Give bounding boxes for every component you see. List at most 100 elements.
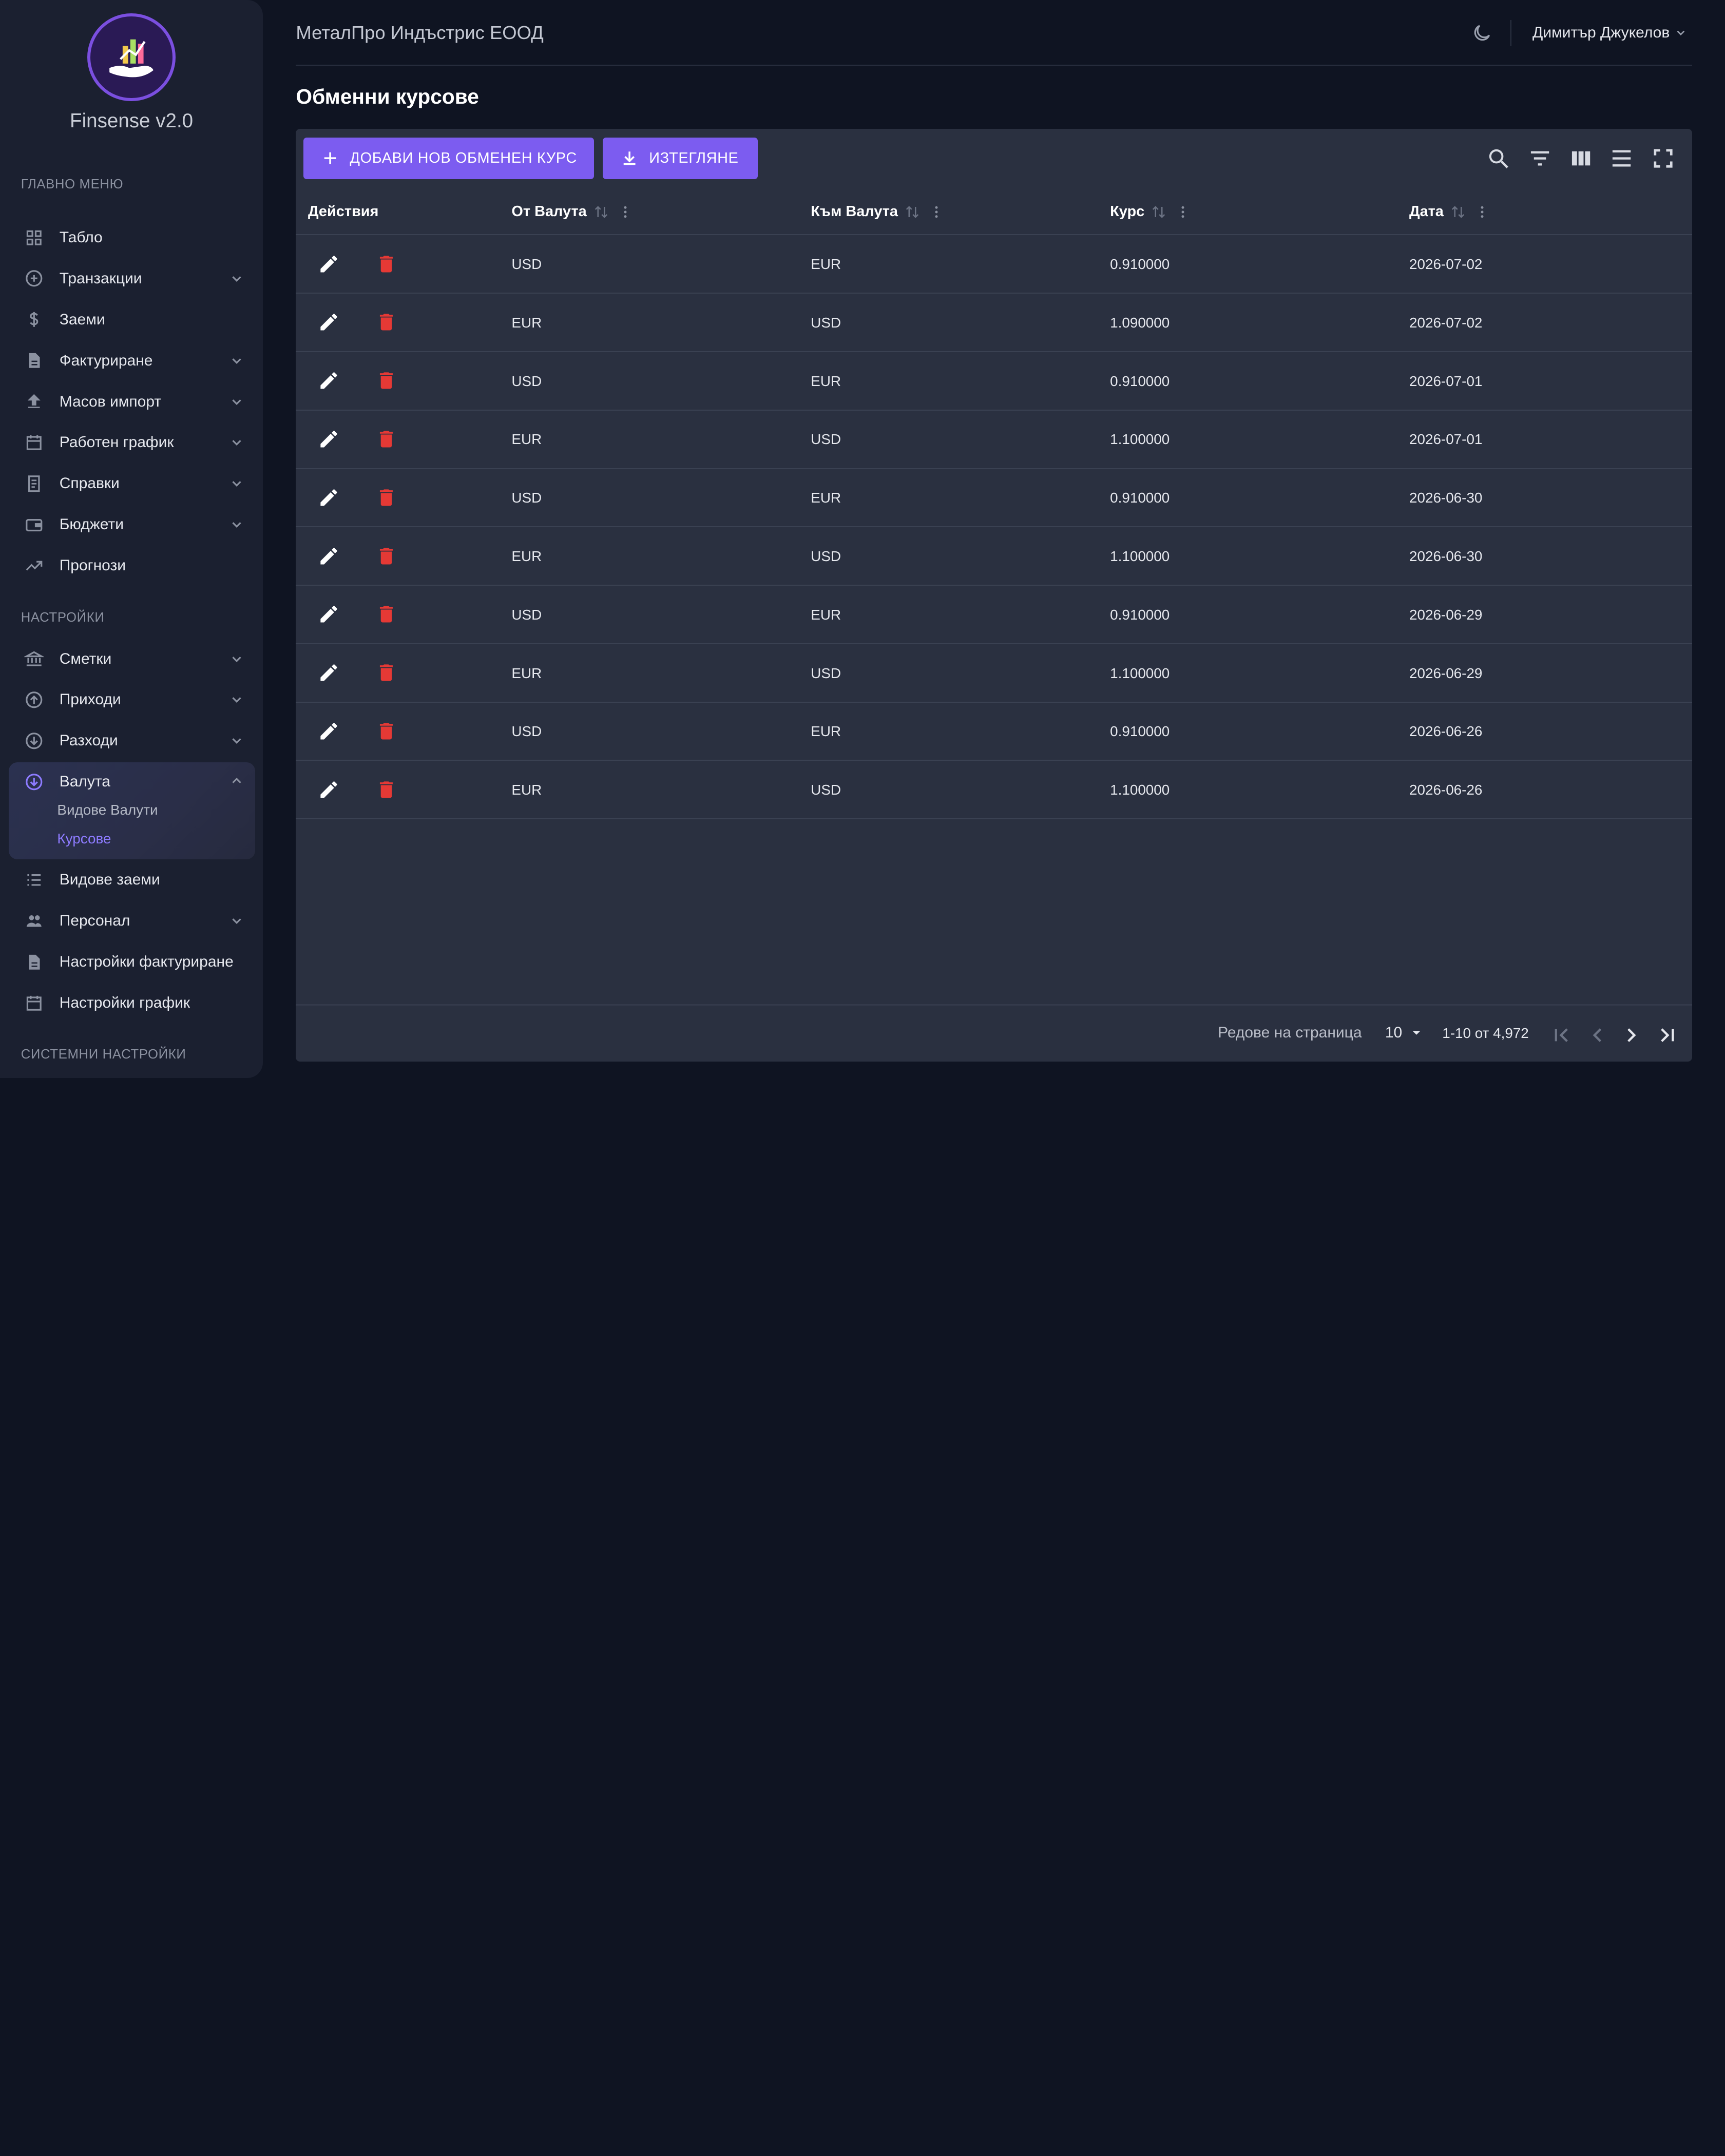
delete-icon[interactable]: [375, 311, 397, 333]
sidebar-item-2[interactable]: Разходи: [9, 722, 255, 760]
table-row: USD EUR 0.910000 2026-06-26: [296, 701, 1692, 760]
table-row: EUR USD 1.100000 2026-06-26: [296, 760, 1692, 818]
chevron-down-icon[interactable]: [229, 476, 244, 491]
edit-icon[interactable]: [318, 779, 340, 801]
edit-icon[interactable]: [318, 311, 340, 333]
sidebar-item-0[interactable]: Сметки: [9, 640, 255, 678]
column-header-to-label: Към Валута: [811, 203, 898, 220]
sidebar-item-1[interactable]: Транзакции: [9, 260, 255, 297]
sort-icon[interactable]: [593, 204, 609, 220]
column-header-from[interactable]: От Валута: [511, 203, 632, 220]
sidebar-item-1[interactable]: Приходи: [9, 681, 255, 719]
cell-date: 2026-06-30: [1409, 490, 1483, 506]
column-header-date[interactable]: Дата: [1409, 203, 1490, 220]
delete-icon[interactable]: [375, 545, 397, 567]
chevron-down-icon[interactable]: [229, 271, 244, 286]
density-icon[interactable]: [1609, 146, 1634, 170]
cell-to-currency: EUR: [811, 256, 841, 273]
user-menu[interactable]: Димитър Джукелов: [1532, 24, 1688, 42]
chevron-down-icon[interactable]: [229, 517, 244, 532]
document-icon: [24, 351, 44, 371]
sidebar-item-1[interactable]: Персонал: [9, 902, 255, 940]
sidebar-item-currency[interactable]: Валута: [60, 773, 110, 791]
sidebar-item-0[interactable]: Видове заеми: [9, 861, 255, 899]
rows-per-page-select[interactable]: 10: [1385, 1024, 1424, 1042]
bank-icon: [24, 649, 44, 669]
chevron-down-icon[interactable]: [229, 733, 244, 748]
edit-icon[interactable]: [318, 720, 340, 742]
sort-icon[interactable]: [1151, 204, 1166, 220]
chevron-down-icon[interactable]: [229, 394, 244, 410]
arrow-up-circle-icon: [24, 690, 44, 710]
sidebar-item-label: Табло: [59, 228, 103, 246]
chevron-up-icon[interactable]: [229, 773, 244, 788]
chevron-down-icon[interactable]: [229, 435, 244, 450]
delete-icon[interactable]: [375, 428, 397, 450]
edit-icon[interactable]: [318, 603, 340, 625]
sidebar-item-7[interactable]: Бюджети: [9, 506, 255, 544]
export-button[interactable]: ИЗТЕГЛЯНЕ: [603, 137, 758, 180]
sidebar-item-2[interactable]: Заеми: [9, 301, 255, 338]
delete-icon[interactable]: [375, 370, 397, 392]
cell-from-currency: EUR: [511, 782, 542, 798]
delete-icon[interactable]: [375, 253, 397, 275]
last-page-icon[interactable]: [1655, 1023, 1679, 1047]
sidebar-subitem-rates[interactable]: Курсове: [57, 831, 111, 847]
page-title: Обменни курсове: [296, 85, 479, 108]
sidebar-subitem-currency-types[interactable]: Видове Валути: [57, 802, 158, 818]
sidebar-item-5[interactable]: Работен график: [9, 424, 255, 461]
cell-rate: 1.100000: [1110, 431, 1170, 448]
sidebar-item-0[interactable]: Табло: [9, 219, 255, 256]
search-icon[interactable]: [1486, 146, 1510, 170]
table-footer-divider: [296, 1004, 1692, 1006]
column-menu-icon[interactable]: [1175, 204, 1191, 220]
sidebar-item-2[interactable]: Настройки фактуриране: [9, 944, 255, 981]
edit-icon[interactable]: [318, 487, 340, 509]
sort-icon[interactable]: [1450, 204, 1466, 220]
edit-icon[interactable]: [318, 428, 340, 450]
delete-icon[interactable]: [375, 662, 397, 684]
chevron-down-icon[interactable]: [229, 913, 244, 929]
column-header-to[interactable]: Към Валута: [811, 203, 944, 220]
edit-icon[interactable]: [318, 253, 340, 275]
filter-icon[interactable]: [1528, 146, 1552, 170]
sidebar-group-currency: Валута Видове Валути Курсове: [9, 762, 256, 859]
sidebar-item-4[interactable]: Масов импорт: [9, 383, 255, 420]
moon-icon[interactable]: [1471, 22, 1493, 44]
delete-icon[interactable]: [375, 603, 397, 625]
edit-icon[interactable]: [318, 545, 340, 567]
fullscreen-icon[interactable]: [1651, 146, 1675, 170]
delete-icon[interactable]: [375, 487, 397, 509]
delete-icon[interactable]: [375, 720, 397, 742]
edit-icon[interactable]: [318, 370, 340, 392]
plus-icon: [324, 152, 336, 164]
sort-icon[interactable]: [905, 204, 920, 220]
people-icon: [24, 911, 44, 931]
sidebar-item-3[interactable]: Настройки график: [9, 985, 255, 1022]
columns-icon[interactable]: [1569, 146, 1593, 170]
delete-icon[interactable]: [375, 779, 397, 801]
chevron-down-icon[interactable]: [229, 692, 244, 707]
table-row: EUR USD 1.100000 2026-06-30: [296, 526, 1692, 585]
column-menu-icon[interactable]: [1474, 204, 1490, 220]
previous-page-icon[interactable]: [1585, 1023, 1609, 1047]
sidebar-item-label: Настройки фактуриране: [59, 953, 234, 971]
next-page-icon[interactable]: [1619, 1023, 1643, 1047]
edit-icon[interactable]: [318, 662, 340, 684]
sidebar-item-8[interactable]: Прогнози: [9, 547, 255, 585]
sidebar-item-label: Фактуриране: [59, 352, 153, 369]
column-menu-icon[interactable]: [618, 204, 633, 220]
chevron-down-icon[interactable]: [229, 353, 244, 369]
column-header-rate[interactable]: Курс: [1110, 203, 1191, 220]
finsense-logo-icon[interactable]: [87, 13, 176, 102]
cell-to-currency: USD: [811, 782, 841, 798]
column-header-rate-label: Курс: [1110, 203, 1145, 220]
sidebar-item-3[interactable]: Фактуриране: [9, 342, 255, 379]
chevron-down-icon[interactable]: [229, 651, 244, 667]
cell-date: 2026-06-30: [1409, 548, 1483, 565]
first-page-icon[interactable]: [1550, 1023, 1574, 1047]
sidebar-item-6[interactable]: Справки: [9, 465, 255, 503]
header-divider: [1510, 20, 1512, 46]
add-exchange-rate-button[interactable]: ДОБАВИ НОВ ОБМЕНЕН КУРС: [303, 137, 595, 180]
column-menu-icon[interactable]: [929, 204, 944, 220]
